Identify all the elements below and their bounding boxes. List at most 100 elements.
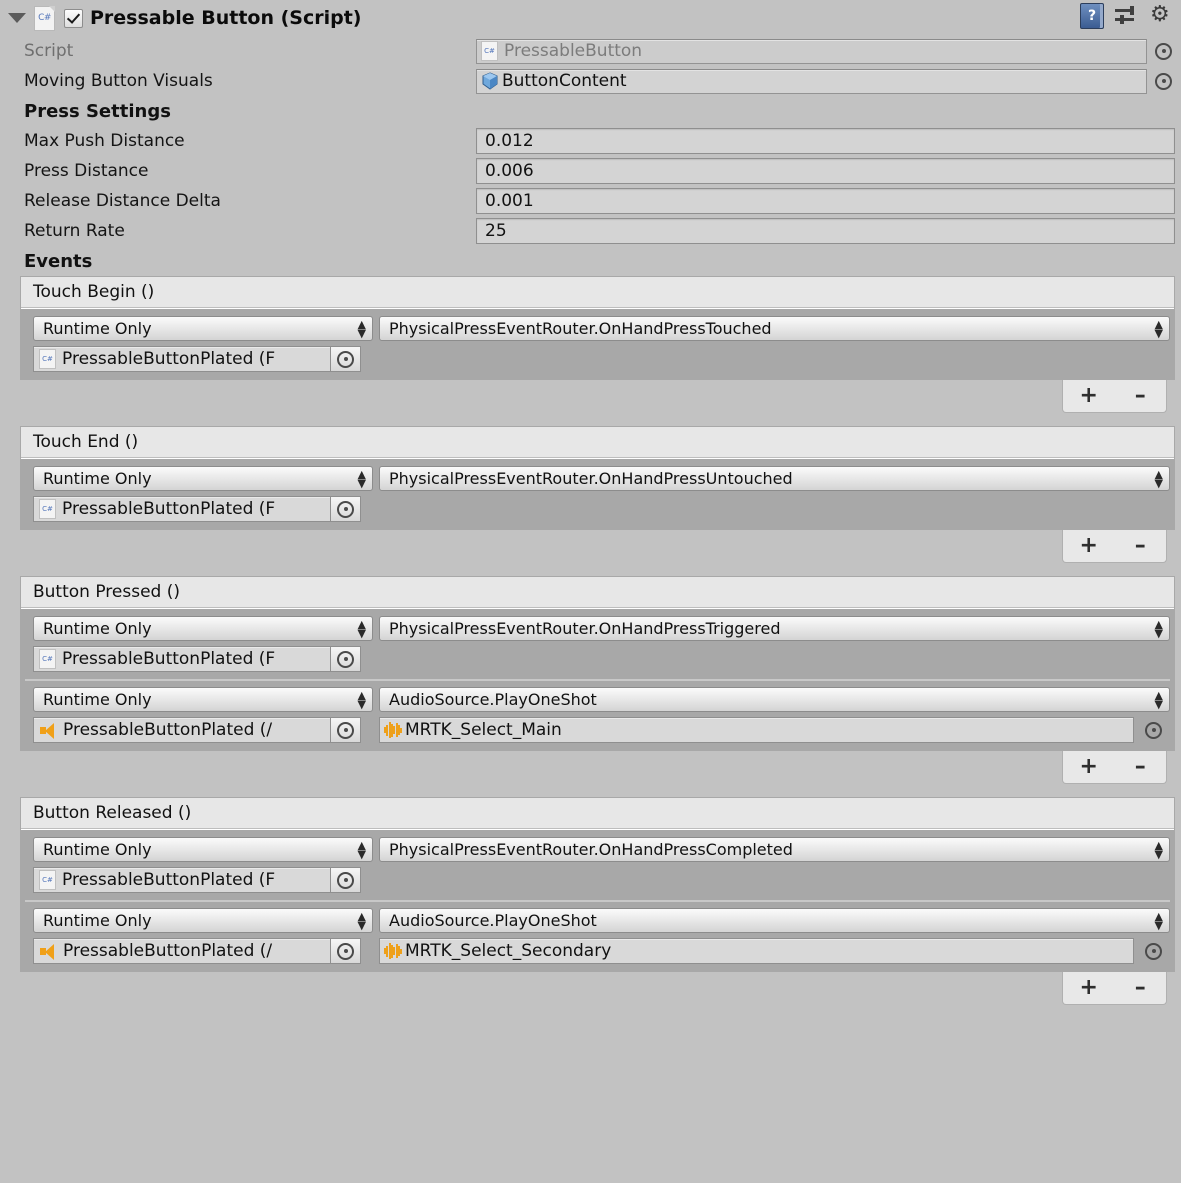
add-listener-button[interactable]: + [1072,385,1106,407]
audio-speaker-icon [39,722,59,739]
object-picker-button[interactable] [331,717,361,743]
component-header[interactable]: C# Pressable Button (Script) ? ⚙ [0,0,1181,36]
event-title: Button Pressed () [21,577,1174,608]
listener-right-column: PhysicalPressEventRouter.OnHandPressUnto… [379,466,1170,522]
chevron-updown-icon: ▲ ▼ [1154,617,1163,640]
listener-right-column: PhysicalPressEventRouter.OnHandPressComp… [379,837,1170,893]
listener-mode-dropdown[interactable]: Runtime Only ▲ ▼ [33,908,373,933]
remove-listener-button[interactable]: – [1123,535,1157,557]
chevron-updown-icon: ▲ ▼ [357,909,366,932]
listener-left-column: Runtime Only ▲ ▼ C# PressableButtonPlated (F [33,616,373,672]
listener-mode-label: Runtime Only [43,319,152,338]
listener-method-dropdown[interactable]: PhysicalPressEventRouter.OnHandPressTrig… [379,616,1170,641]
event-block: Button Pressed () Runtime Only ▲ ▼ C# Pressab… [20,576,1175,751]
listener-method-dropdown[interactable]: PhysicalPressEventRouter.OnHandPressComp… [379,837,1170,862]
listener-argument-spacer [379,341,1170,372]
listener-target-field[interactable]: PressableButtonPlated (/ [33,717,331,743]
listener-method-dropdown[interactable]: AudioSource.PlayOneShot ▲ ▼ [379,908,1170,933]
object-picker-icon [337,942,354,960]
add-listener-button[interactable]: + [1072,756,1106,778]
event-row-list: Runtime Only ▲ ▼ C# PressableButtonPlated (F… [21,308,1174,380]
object-picker-icon[interactable] [1145,942,1162,960]
event-listener-row: Runtime Only ▲ ▼ PressableButtonPlated (/ Au… [25,900,1170,968]
listener-target-field[interactable]: PressableButtonPlated (/ [33,938,331,964]
event-block-gap [0,562,1181,576]
listener-mode-label: Runtime Only [43,911,152,930]
csharp-script-icon: C# [39,349,56,369]
listener-method-label: PhysicalPressEventRouter.OnHandPressTouc… [389,319,772,338]
listener-mode-dropdown[interactable]: Runtime Only ▲ ▼ [33,466,373,491]
press-distance-input[interactable]: 0.006 [476,158,1175,184]
object-picker-icon[interactable] [1155,42,1172,60]
event-list-footer: + – [20,380,1175,413]
listener-method-dropdown[interactable]: PhysicalPressEventRouter.OnHandPressTouc… [379,316,1170,341]
listener-left-column: Runtime Only ▲ ▼ PressableButtonPlated (/ [33,687,373,743]
audio-clip-icon [384,721,403,739]
listener-mode-dropdown[interactable]: Runtime Only ▲ ▼ [33,837,373,862]
listener-mode-dropdown[interactable]: Runtime Only ▲ ▼ [33,616,373,641]
event-block-gap [0,783,1181,797]
gear-icon[interactable]: ⚙ [1150,4,1174,28]
max-push-distance-input[interactable]: 0.012 [476,128,1175,154]
object-picker-button[interactable] [331,646,361,672]
script-object-value: PressableButton [504,41,643,61]
property-row-release-distance-delta: Release Distance Delta 0.001 [0,186,1181,216]
listener-method-dropdown[interactable]: PhysicalPressEventRouter.OnHandPressUnto… [379,466,1170,491]
event-title: Touch End () [21,427,1174,458]
listener-mode-label: Runtime Only [43,840,152,859]
chevron-updown-icon: ▲ ▼ [1154,467,1163,490]
listener-argument-line: MRTK_Select_Secondary [379,938,1170,964]
listener-mode-dropdown[interactable]: Runtime Only ▲ ▼ [33,687,373,712]
object-picker-button[interactable] [331,496,361,522]
listener-target-value: PressableButtonPlated (F [62,649,276,669]
help-book-icon[interactable]: ? [1080,3,1104,29]
object-picker-icon[interactable] [1145,721,1162,739]
listener-method-dropdown[interactable]: AudioSource.PlayOneShot ▲ ▼ [379,687,1170,712]
listener-target-field[interactable]: C# PressableButtonPlated (F [33,646,331,672]
listener-target-value: PressableButtonPlated (F [62,349,276,369]
object-picker-button[interactable] [331,867,361,893]
event-row-list: Runtime Only ▲ ▼ C# PressableButtonPlated (F… [21,829,1174,972]
object-picker-icon [337,871,354,889]
listener-argument-field[interactable]: MRTK_Select_Secondary [379,938,1134,964]
chevron-updown-icon: ▲ ▼ [357,838,366,861]
add-remove-listener-group: + – [1062,380,1167,413]
remove-listener-button[interactable]: – [1123,756,1157,778]
component-enabled-checkbox[interactable] [64,8,83,28]
moving-button-visuals-field[interactable]: ButtonContent [476,68,1147,94]
preset-icon[interactable] [1115,5,1139,27]
object-picker-button[interactable] [331,346,361,372]
listener-method-label: AudioSource.PlayOneShot [389,911,597,930]
chevron-updown-icon: ▲ ▼ [357,688,366,711]
chevron-updown-icon: ▲ ▼ [357,467,366,490]
property-label: Moving Button Visuals [24,71,213,91]
listener-right-column: PhysicalPressEventRouter.OnHandPressTrig… [379,616,1170,672]
object-picker-icon [337,721,354,739]
object-picker-button[interactable] [331,938,361,964]
return-rate-input[interactable]: 25 [476,218,1175,244]
script-object-field[interactable]: C# PressableButton [476,38,1147,64]
listener-target-value: PressableButtonPlated (F [62,499,276,519]
listener-mode-dropdown[interactable]: Runtime Only ▲ ▼ [33,316,373,341]
object-picker-icon[interactable] [1155,72,1172,90]
add-listener-button[interactable]: + [1072,977,1106,999]
property-row-max-push-distance: Max Push Distance 0.012 [0,126,1181,156]
listener-argument-line: MRTK_Select_Main [379,717,1170,743]
chevron-updown-icon: ▲ ▼ [1154,688,1163,711]
remove-listener-button[interactable]: – [1123,385,1157,407]
release-distance-delta-input[interactable]: 0.001 [476,188,1175,214]
foldout-arrow-icon[interactable] [8,13,26,23]
listener-target-line: C# PressableButtonPlated (F [33,496,373,522]
add-listener-button[interactable]: + [1072,535,1106,557]
listener-argument-field[interactable]: MRTK_Select_Main [379,717,1134,743]
event-list-footer: + – [20,530,1175,563]
listener-target-value: PressableButtonPlated (F [62,870,276,890]
listener-method-label: PhysicalPressEventRouter.OnHandPressUnto… [389,469,793,488]
listener-target-field[interactable]: C# PressableButtonPlated (F [33,346,331,372]
chevron-updown-icon: ▲ ▼ [357,617,366,640]
remove-listener-button[interactable]: – [1123,977,1157,999]
listener-target-line: PressableButtonPlated (/ [33,717,373,743]
csharp-script-icon: C# [481,41,498,61]
listener-target-field[interactable]: C# PressableButtonPlated (F [33,867,331,893]
listener-target-field[interactable]: C# PressableButtonPlated (F [33,496,331,522]
